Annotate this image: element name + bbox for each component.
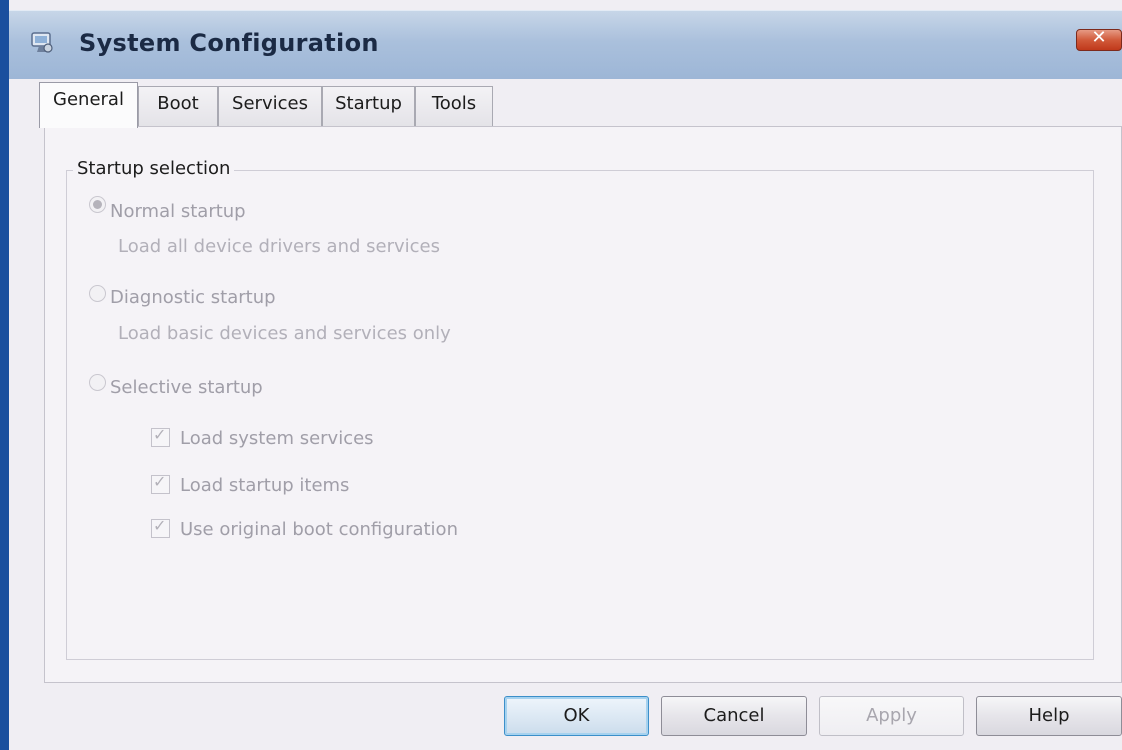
diagnostic-startup-radio[interactable] — [89, 285, 106, 302]
use-original-boot-configuration-label[interactable]: Use original boot configuration — [180, 519, 458, 540]
tab-general[interactable]: General — [39, 82, 138, 128]
apply-button[interactable]: Apply — [819, 696, 964, 736]
normal-startup-label[interactable]: Normal startup — [110, 201, 246, 222]
diagnostic-startup-label[interactable]: Diagnostic startup — [110, 287, 276, 308]
normal-startup-radio[interactable] — [89, 196, 106, 213]
tab-services[interactable]: Services — [218, 86, 322, 126]
tab-tools[interactable]: Tools — [415, 86, 493, 126]
checkmark-icon: ✓ — [153, 516, 167, 535]
title-bar[interactable]: System Configuration ✕ — [9, 10, 1122, 79]
tab-label: General — [53, 89, 124, 110]
normal-startup-description: Load all device drivers and services — [118, 236, 440, 257]
selective-startup-radio[interactable] — [89, 374, 106, 391]
radio-selected-dot — [93, 200, 102, 209]
window-title: System Configuration — [79, 29, 379, 57]
load-system-services-label[interactable]: Load system services — [180, 428, 374, 449]
checkmark-icon: ✓ — [153, 472, 167, 491]
msconfig-icon — [31, 32, 53, 53]
close-icon: ✕ — [1091, 27, 1107, 48]
tab-label: Startup — [335, 93, 402, 114]
system-configuration-window: System Configuration ✕ General Boot Serv… — [0, 0, 1122, 750]
use-original-boot-configuration-checkbox[interactable]: ✓ — [151, 516, 170, 538]
load-startup-items-label[interactable]: Load startup items — [180, 475, 349, 496]
close-button[interactable]: ✕ — [1076, 27, 1122, 51]
cancel-button[interactable]: Cancel — [661, 696, 807, 736]
selective-startup-label[interactable]: Selective startup — [110, 377, 263, 398]
tab-startup[interactable]: Startup — [322, 86, 415, 126]
tab-label: Boot — [157, 93, 199, 114]
tab-label: Services — [232, 93, 308, 114]
tab-boot[interactable]: Boot — [138, 86, 218, 126]
ok-button[interactable]: OK — [504, 696, 649, 736]
tab-label: Tools — [431, 93, 477, 114]
startup-selection-title: Startup selection — [73, 158, 235, 179]
diagnostic-startup-description: Load basic devices and services only — [118, 323, 451, 344]
checkmark-icon: ✓ — [153, 425, 167, 444]
help-button[interactable]: Help — [976, 696, 1122, 736]
load-startup-items-checkbox[interactable]: ✓ — [151, 472, 170, 494]
load-system-services-checkbox[interactable]: ✓ — [151, 425, 170, 447]
